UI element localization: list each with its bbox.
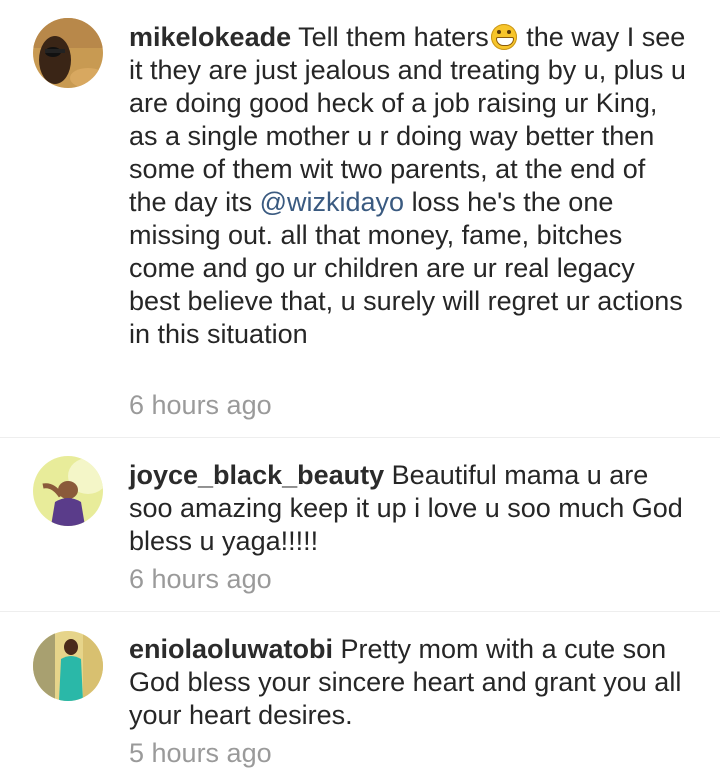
username[interactable]: mikelokeade — [129, 22, 291, 52]
comment-text: mikelokeade Tell them haters the way I s… — [129, 21, 689, 351]
timestamp: 5 hours ago — [129, 738, 272, 768]
comment-text: eniolaoluwatobi Pretty mom with a cute s… — [129, 633, 689, 732]
timestamp: 6 hours ago — [129, 564, 272, 594]
divider — [0, 611, 720, 612]
timestamp: 6 hours ago — [129, 390, 272, 420]
username[interactable]: eniolaoluwatobi — [129, 634, 333, 664]
divider — [0, 437, 720, 438]
avatar[interactable] — [33, 631, 103, 701]
avatar[interactable] — [33, 18, 103, 88]
avatar[interactable] — [33, 456, 103, 526]
grinning-face-emoji-icon — [490, 24, 517, 50]
mention-link[interactable]: @wizkidayo — [260, 187, 404, 217]
username[interactable]: joyce_black_beauty — [129, 460, 384, 490]
comment-body: Tell them haters — [298, 22, 489, 52]
comment-text: joyce_black_beauty Beautiful mama u are … — [129, 459, 689, 558]
